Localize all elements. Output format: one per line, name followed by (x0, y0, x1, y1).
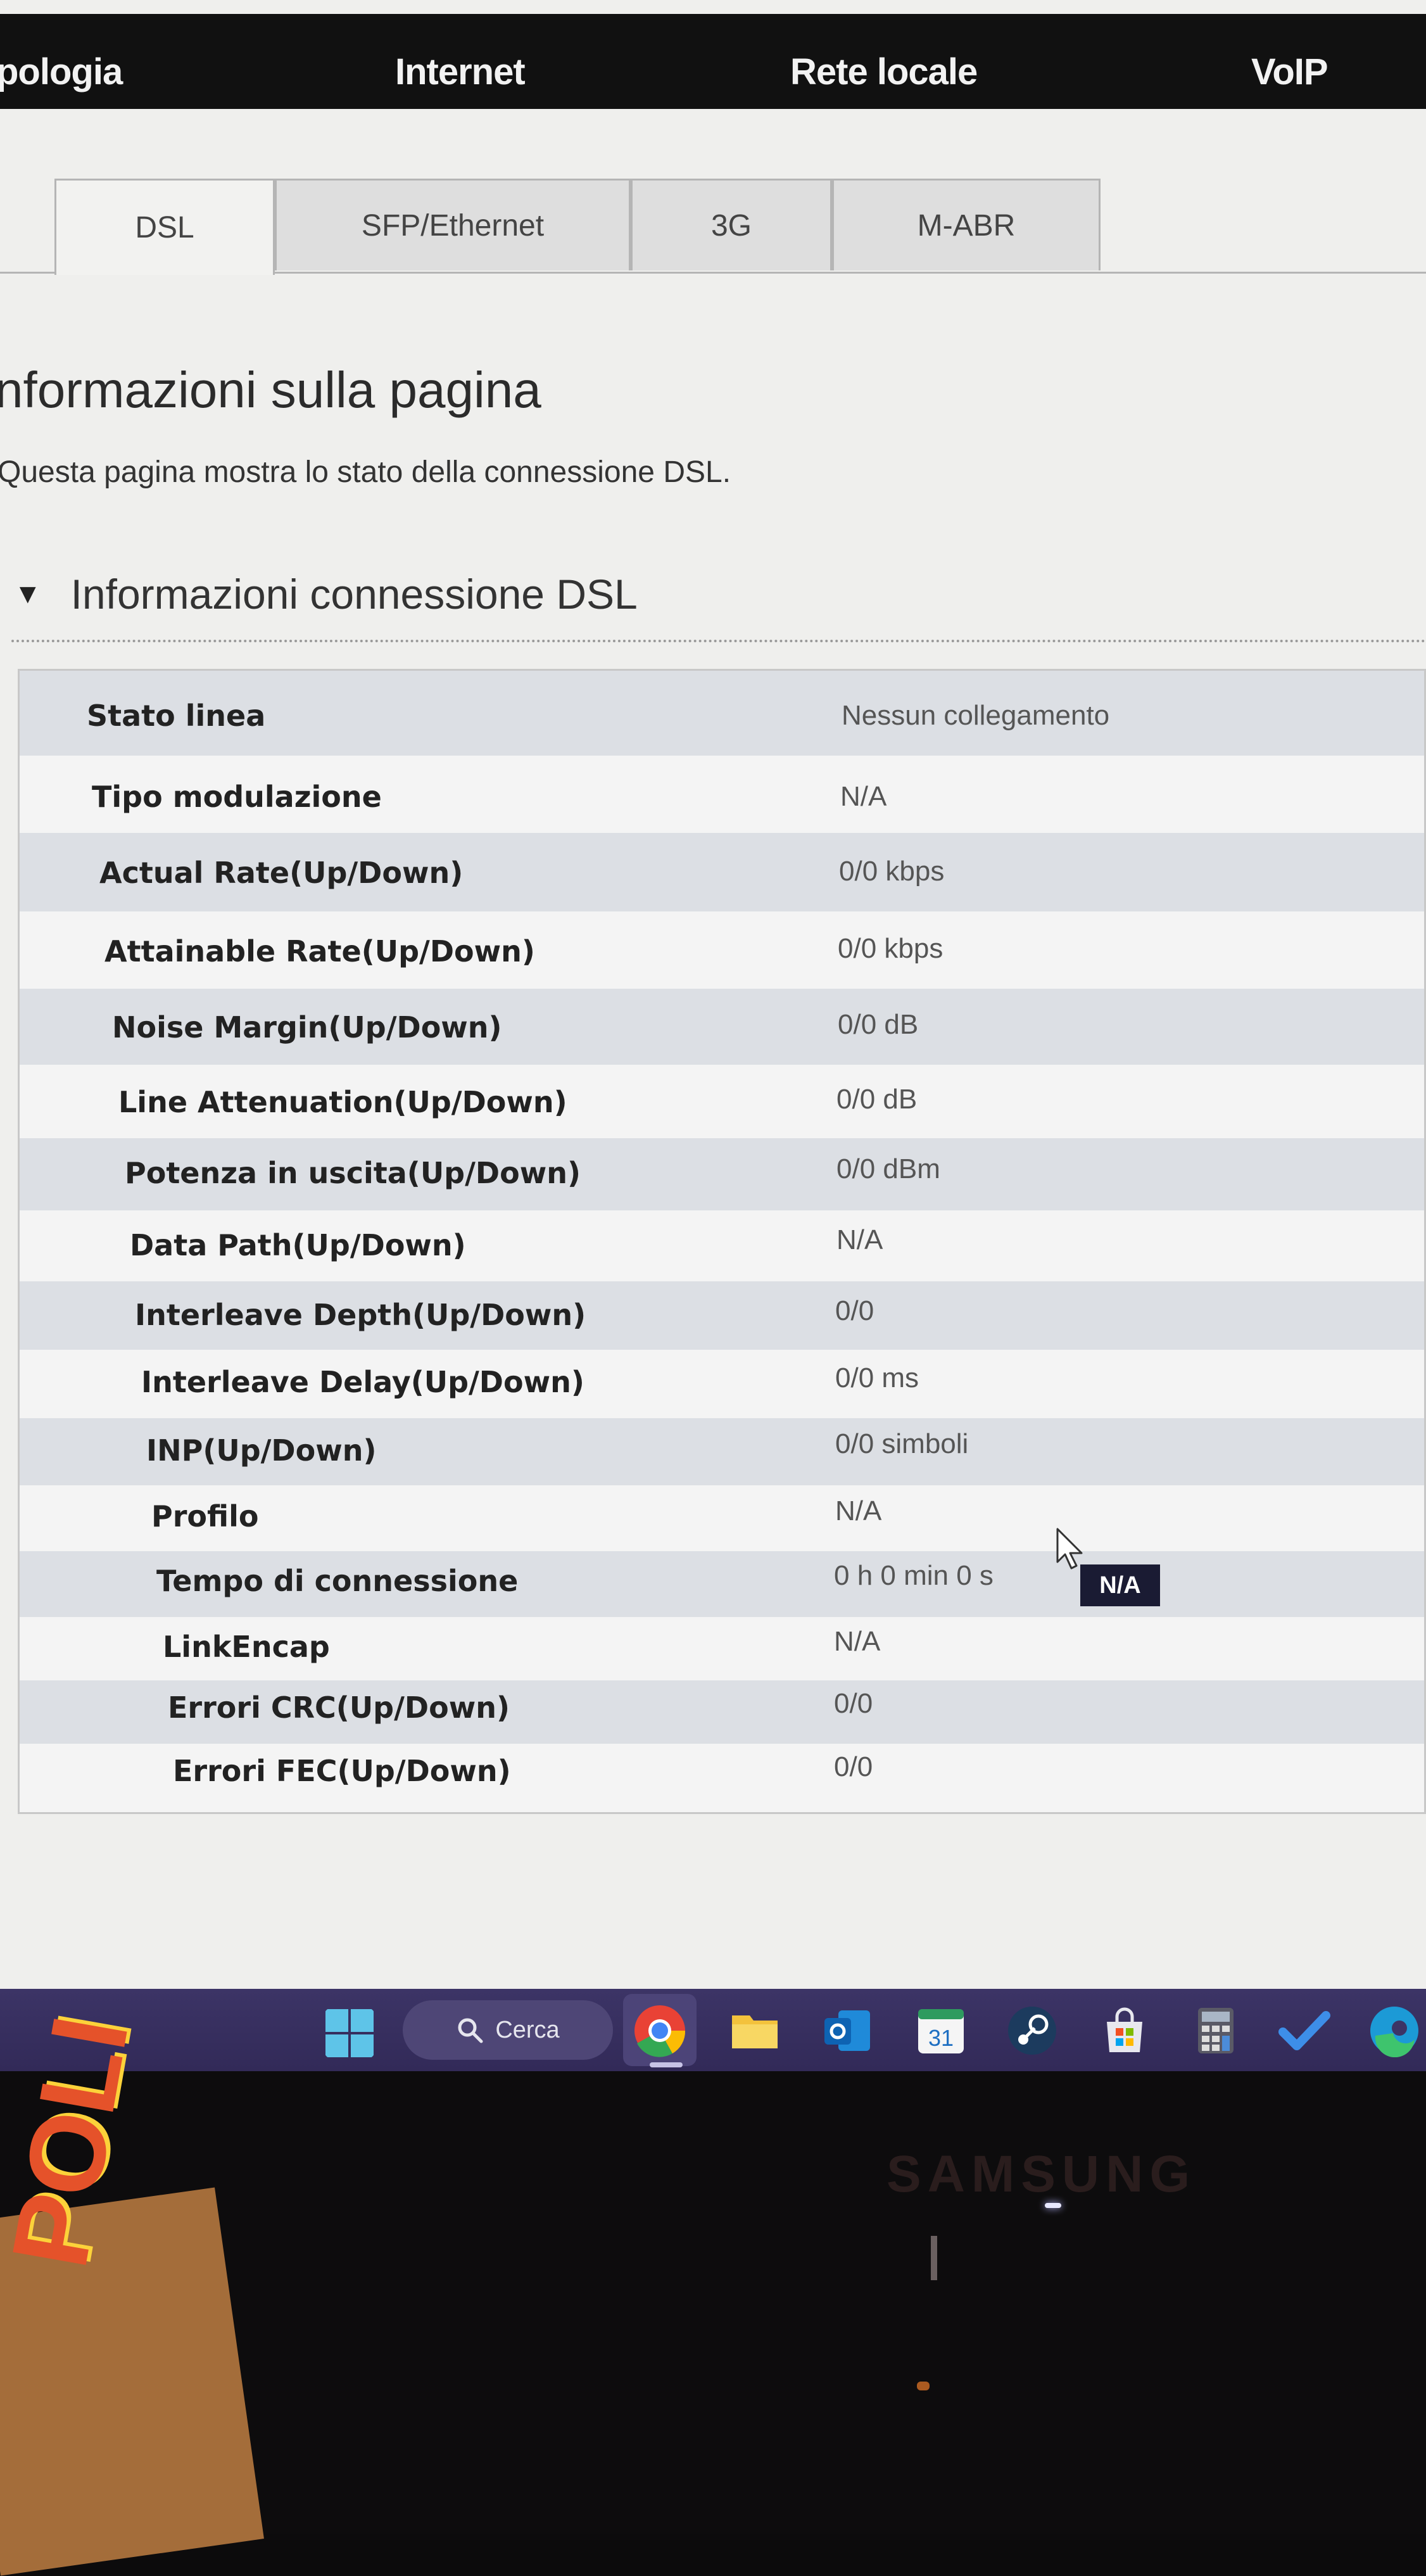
edge-icon[interactable] (1368, 2004, 1421, 2057)
svg-text:31: 31 (928, 2025, 954, 2051)
table-row: Potenza in uscita(Up/Down) 0/0 dBm (20, 1138, 1424, 1210)
row-label: LinkEncap (163, 1630, 330, 1664)
table-row: Noise Margin(Up/Down) 0/0 dB (20, 989, 1424, 1065)
connection-tabs: DSL SFP/Ethernet 3G M-ABR (0, 179, 1426, 275)
table-row: Tempo di connessione 0 h 0 min 0 s (20, 1551, 1424, 1617)
stand-light (917, 2382, 930, 2390)
search-label: Cerca (495, 2016, 560, 2043)
row-label: INP(Up/Down) (146, 1433, 377, 1468)
chrome-icon[interactable] (633, 2004, 686, 2057)
tab-3g[interactable]: 3G (631, 179, 832, 270)
table-row: Attainable Rate(Up/Down) 0/0 kbps (20, 911, 1424, 989)
tab-m-abr[interactable]: M-ABR (832, 179, 1101, 270)
row-label: Interleave Delay(Up/Down) (141, 1365, 584, 1399)
todo-icon[interactable] (1278, 2004, 1331, 2057)
row-value: 0/0 dB (838, 1009, 919, 1040)
collapse-arrow-icon[interactable]: ▼ (14, 578, 42, 610)
section-divider (11, 640, 1426, 642)
dsl-info-table: Stato linea Nessun collegamento Tipo mod… (18, 669, 1426, 1814)
power-led (1045, 2203, 1061, 2208)
table-row: Interleave Depth(Up/Down) 0/0 (20, 1281, 1424, 1350)
row-value: 0/0 kbps (839, 856, 945, 887)
tab-dsl[interactable]: DSL (54, 179, 275, 275)
row-label: Noise Margin(Up/Down) (112, 1010, 502, 1044)
nav-item-voip[interactable]: VoIP (1251, 51, 1328, 93)
table-row: Actual Rate(Up/Down) 0/0 kbps (20, 833, 1424, 911)
row-label: Tempo di connessione (156, 1564, 519, 1598)
nav-item-internet[interactable]: Internet (395, 51, 526, 93)
search-icon (458, 2018, 483, 2043)
table-row: Tipo modulazione N/A (20, 756, 1424, 833)
router-web-ui: pologia Internet Rete locale VoIP DSL SF… (0, 0, 1426, 2071)
calculator-icon[interactable] (1189, 2004, 1242, 2057)
row-label: Data Path(Up/Down) (130, 1228, 466, 1262)
file-explorer-icon[interactable] (728, 2004, 781, 2057)
row-label: Errori FEC(Up/Down) (173, 1754, 511, 1788)
table-row: Stato linea Nessun collegamento (20, 671, 1424, 756)
active-app-indicator (650, 2062, 683, 2067)
table-row: LinkEncap N/A (20, 1617, 1424, 1680)
row-label: Actual Rate(Up/Down) (99, 856, 464, 890)
monitor-brand-logo: SAMSUNG (887, 2145, 1197, 2203)
store-icon[interactable] (1098, 2004, 1151, 2057)
row-label: Errori CRC(Up/Down) (168, 1691, 510, 1725)
row-label: Profilo (151, 1499, 259, 1533)
row-label: Line Attenuation(Up/Down) (118, 1085, 567, 1119)
row-value: N/A (840, 781, 887, 812)
table-row: INP(Up/Down) 0/0 simboli (20, 1418, 1424, 1485)
row-value: 0 h 0 min 0 s (834, 1560, 994, 1591)
windows-taskbar: Cerca 31 (0, 1989, 1426, 2071)
row-label: Interleave Depth(Up/Down) (135, 1298, 586, 1332)
monitor-stand (931, 2236, 937, 2280)
row-value: 0/0 (834, 1751, 873, 1782)
row-value: 0/0 simboli (835, 1428, 969, 1459)
row-value: Nessun collegamento (842, 700, 1110, 731)
outlook-icon[interactable] (821, 2004, 874, 2057)
steam-icon[interactable] (1006, 2004, 1059, 2057)
table-row: Interleave Delay(Up/Down) 0/0 ms (20, 1350, 1424, 1418)
calendar-icon[interactable]: 31 (914, 2004, 968, 2057)
row-value: 0/0 dBm (836, 1153, 940, 1184)
section-title: Informazioni connessione DSL (70, 571, 638, 618)
row-value: 0/0 kbps (838, 933, 943, 964)
page-description: Questa pagina mostra lo stato della conn… (0, 455, 731, 489)
table-row: Data Path(Up/Down) N/A (20, 1210, 1424, 1281)
row-value: N/A (835, 1495, 882, 1526)
tooltip: N/A (1080, 1564, 1160, 1606)
table-row: Errori FEC(Up/Down) 0/0 (20, 1744, 1424, 1812)
tab-sfp-ethernet[interactable]: SFP/Ethernet (275, 179, 631, 270)
top-navigation-bar: pologia Internet Rete locale VoIP (0, 14, 1426, 109)
table-row: Line Attenuation(Up/Down) 0/0 dB (20, 1065, 1424, 1138)
row-value: 0/0 (835, 1295, 874, 1326)
nav-item-topologia[interactable]: pologia (0, 51, 123, 93)
row-value: 0/0 dB (836, 1084, 918, 1115)
row-label: Potenza in uscita(Up/Down) (125, 1156, 581, 1190)
table-row: Profilo N/A (20, 1485, 1424, 1551)
windows-start-icon[interactable] (324, 2008, 375, 2059)
row-value: N/A (836, 1224, 883, 1255)
page-title: nformazioni sulla pagina (0, 362, 541, 418)
row-label: Stato linea (87, 699, 266, 733)
taskbar-search-button[interactable]: Cerca (403, 2000, 613, 2060)
row-label: Attainable Rate(Up/Down) (104, 934, 535, 968)
row-value: N/A (834, 1626, 881, 1657)
section-header-dsl-info[interactable]: ▼ Informazioni connessione DSL (14, 570, 638, 618)
row-label: Tipo modulazione (92, 780, 382, 814)
row-value: 0/0 ms (835, 1362, 919, 1393)
row-value: 0/0 (834, 1688, 873, 1719)
table-row: Errori CRC(Up/Down) 0/0 (20, 1680, 1424, 1744)
nav-item-rete-locale[interactable]: Rete locale (790, 51, 978, 93)
